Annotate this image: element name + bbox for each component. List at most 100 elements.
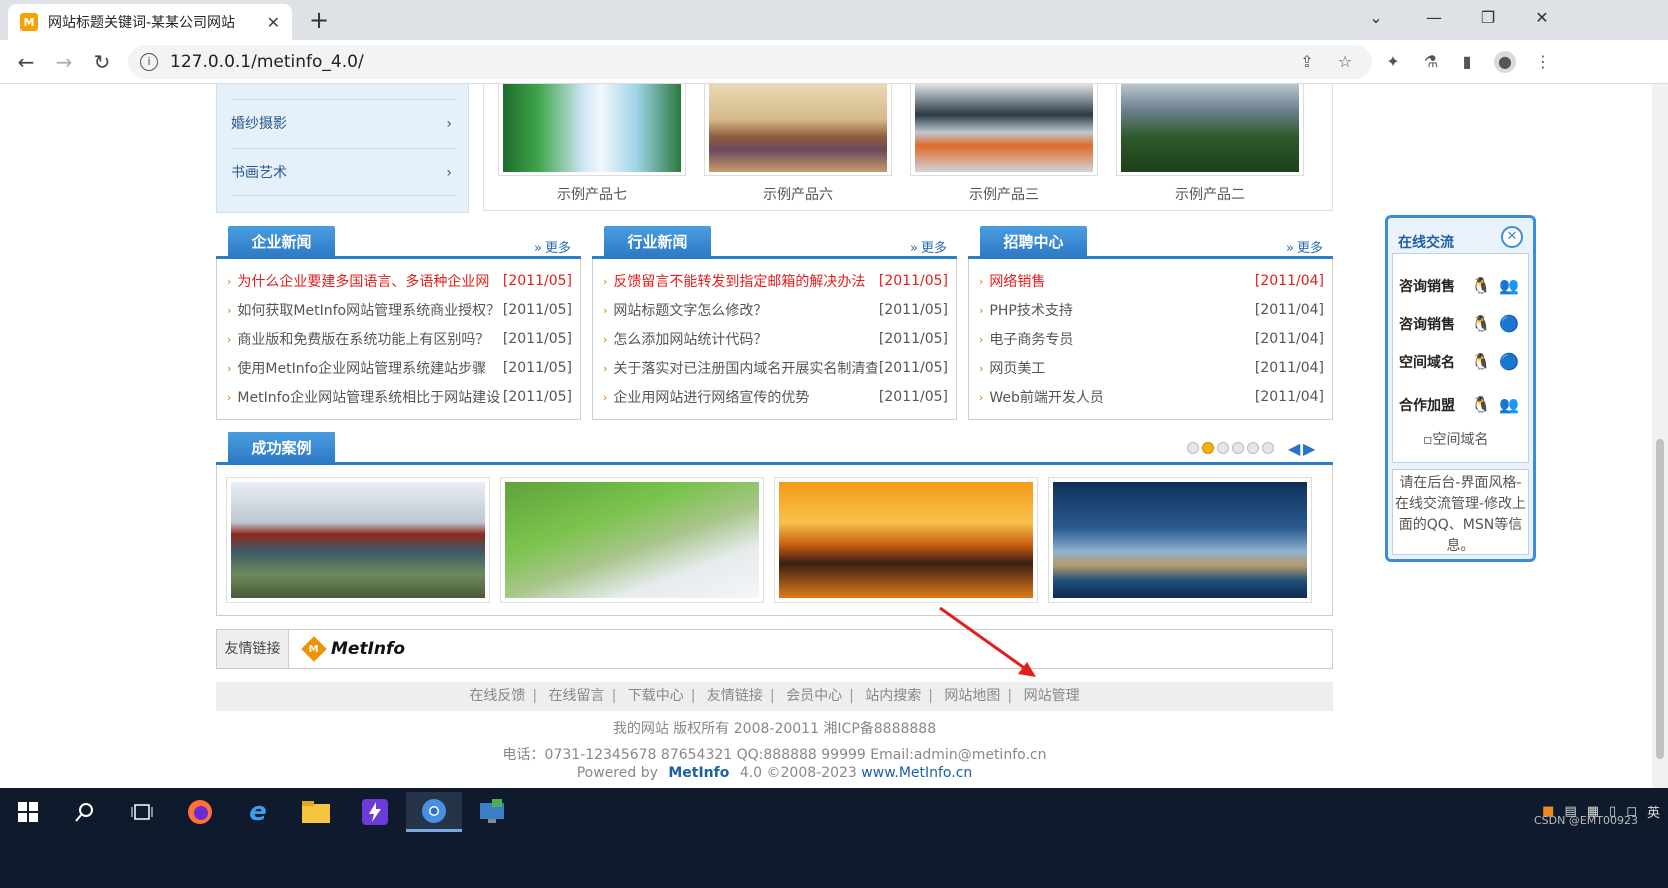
footer-link-feedback[interactable]: 在线反馈 bbox=[469, 688, 525, 704]
forward-icon[interactable]: → bbox=[50, 48, 78, 76]
case-image[interactable] bbox=[774, 477, 1038, 603]
product-label[interactable]: 示例产品二 bbox=[1116, 184, 1304, 204]
ime-indicator[interactable]: 英 bbox=[1647, 802, 1660, 821]
product-image[interactable] bbox=[709, 84, 887, 172]
footer-link-admin[interactable]: 网站管理 bbox=[1024, 688, 1080, 704]
case-image[interactable] bbox=[1048, 477, 1312, 603]
internet-explorer-icon[interactable]: e bbox=[230, 792, 286, 832]
news-title[interactable]: 使用MetInfo企业网站管理系统建站步骤 bbox=[237, 361, 486, 377]
task-view-icon[interactable] bbox=[114, 792, 170, 832]
news-item[interactable]: › 企业用网站进行网络宣传的优势 [2011/05] bbox=[603, 383, 948, 412]
job-title[interactable]: Web前端开发人员 bbox=[989, 390, 1104, 406]
news-item[interactable]: › 关于落实对已注册国内域名开展实名制清查 [2011/05] bbox=[603, 354, 948, 383]
news-title[interactable]: 关于落实对已注册国内域名开展实名制清查 bbox=[613, 361, 879, 377]
msn-icon[interactable]: 👥 bbox=[1499, 276, 1519, 295]
news-item[interactable]: › 商业版和免费版在系统功能上有区别吗？ [2011/05] bbox=[227, 325, 572, 354]
qq-icon[interactable]: 🐧 bbox=[1471, 276, 1491, 295]
next-arrow-icon[interactable]: ▶ bbox=[1303, 439, 1315, 458]
sidebar-item-art[interactable]: 书画艺术 › bbox=[231, 148, 456, 196]
job-title[interactable]: 电子商务专员 bbox=[989, 332, 1073, 348]
product-image[interactable] bbox=[1121, 84, 1299, 172]
sidebar-item-wedding[interactable]: 婚纱摄影 › bbox=[231, 99, 456, 147]
qq-icon[interactable]: 🐧 bbox=[1471, 314, 1491, 333]
site-info-icon[interactable]: i bbox=[140, 53, 158, 71]
msn-icon[interactable]: 👥 bbox=[1499, 395, 1519, 414]
menu-dots-icon[interactable]: ⋮ bbox=[1532, 51, 1554, 73]
side-panel-icon[interactable]: ▮ bbox=[1456, 51, 1478, 73]
powered-site-link[interactable]: www.MetInfo.cn bbox=[861, 765, 972, 781]
footer-link-message[interactable]: 在线留言 bbox=[549, 688, 605, 704]
product-card[interactable] bbox=[498, 84, 686, 176]
carousel-dot-active[interactable] bbox=[1202, 442, 1214, 454]
footer-link-search[interactable]: 站内搜索 bbox=[865, 688, 921, 704]
job-title[interactable]: 网页美工 bbox=[989, 361, 1045, 377]
job-item[interactable]: › 网页美工 [2011/04] bbox=[979, 354, 1324, 383]
scrollbar-thumb[interactable] bbox=[1656, 439, 1664, 759]
file-explorer-icon[interactable] bbox=[288, 792, 344, 832]
restore-icon[interactable]: ❐ bbox=[1464, 0, 1512, 36]
qq-icon[interactable]: 🐧 bbox=[1471, 395, 1491, 414]
news-title[interactable]: 为什么企业要建多国语言、多语种企业网 bbox=[237, 274, 489, 290]
back-icon[interactable]: ← bbox=[12, 48, 40, 76]
job-item[interactable]: › PHP技术支持 [2011/04] bbox=[979, 296, 1324, 325]
app-lightning-icon[interactable] bbox=[347, 792, 403, 832]
minimize-icon[interactable]: — bbox=[1410, 0, 1458, 36]
profile-avatar-icon[interactable]: ● bbox=[1494, 51, 1516, 73]
news-item[interactable]: › 怎么添加网站统计代码？ [2011/05] bbox=[603, 325, 948, 354]
more-link[interactable]: » 更多 bbox=[1286, 237, 1323, 256]
footer-link-sitemap[interactable]: 网站地图 bbox=[944, 688, 1000, 704]
remote-desktop-icon[interactable] bbox=[464, 792, 520, 832]
qq-icon[interactable]: 🐧 bbox=[1471, 352, 1491, 371]
news-item[interactable]: › 反馈留言不能转发到指定邮箱的解决办法 [2011/05] bbox=[603, 267, 948, 296]
more-link[interactable]: » 更多 bbox=[910, 237, 947, 256]
search-icon[interactable] bbox=[57, 792, 113, 832]
share-icon[interactable]: ⇪ bbox=[1296, 51, 1318, 73]
carousel-dot[interactable] bbox=[1217, 442, 1229, 454]
close-icon[interactable]: ✕ bbox=[1501, 226, 1523, 248]
more-link[interactable]: » 更多 bbox=[534, 237, 571, 256]
news-title[interactable]: MetInfo企业网站管理系统相比于网站建设公 bbox=[237, 390, 514, 406]
address-bar[interactable]: i 127.0.0.1/metinfo_4.0/ bbox=[128, 45, 1372, 79]
news-title[interactable]: 反馈留言不能转发到指定邮箱的解决办法 bbox=[613, 274, 865, 290]
job-title[interactable]: PHP技术支持 bbox=[989, 303, 1072, 319]
job-item[interactable]: › 网络销售 [2011/04] bbox=[979, 267, 1324, 296]
product-label[interactable]: 示例产品七 bbox=[498, 184, 686, 204]
product-label[interactable]: 示例产品三 bbox=[910, 184, 1098, 204]
news-title[interactable]: 企业用网站进行网络宣传的优势 bbox=[613, 390, 809, 406]
news-item[interactable]: › 如何获取MetInfo网站管理系统商业授权？ [2011/05] bbox=[227, 296, 572, 325]
news-item[interactable]: › 为什么企业要建多国语言、多语种企业网 [2011/05] bbox=[227, 267, 572, 296]
close-tab-icon[interactable]: ✕ bbox=[267, 13, 280, 32]
product-label[interactable]: 示例产品六 bbox=[704, 184, 892, 204]
case-image[interactable] bbox=[500, 477, 764, 603]
msn-icon[interactable]: 🔵 bbox=[1499, 314, 1519, 333]
browser-tab[interactable]: M 网站标题关键词-某某公司网站 ✕ bbox=[8, 4, 292, 40]
news-item[interactable]: › 使用MetInfo企业网站管理系统建站步骤 [2011/05] bbox=[227, 354, 572, 383]
windows-start-icon[interactable] bbox=[0, 792, 56, 832]
case-image[interactable] bbox=[226, 477, 490, 603]
news-item[interactable]: › MetInfo企业网站管理系统相比于网站建设公 [2011/05] bbox=[227, 383, 572, 412]
powered-brand-link[interactable]: MetInfo bbox=[668, 765, 729, 781]
carousel-dot[interactable] bbox=[1262, 442, 1274, 454]
news-item[interactable]: › 网站标题文字怎么修改？ [2011/05] bbox=[603, 296, 948, 325]
tab-search-icon[interactable]: ⌄ bbox=[1352, 0, 1400, 36]
news-title[interactable]: 商业版和免费版在系统功能上有区别吗？ bbox=[237, 332, 489, 348]
broken-image-domain[interactable]: ▫空间域名 bbox=[1423, 429, 1489, 449]
job-title[interactable]: 网络销售 bbox=[989, 274, 1045, 290]
bookmark-star-icon[interactable]: ☆ bbox=[1334, 51, 1356, 73]
prev-arrow-icon[interactable]: ◀ bbox=[1288, 439, 1300, 458]
job-item[interactable]: › Web前端开发人员 [2011/04] bbox=[979, 383, 1324, 412]
news-title[interactable]: 如何获取MetInfo网站管理系统商业授权？ bbox=[237, 303, 500, 319]
footer-link-member[interactable]: 会员中心 bbox=[786, 688, 842, 704]
footer-link-download[interactable]: 下载中心 bbox=[628, 688, 684, 704]
job-item[interactable]: › 电子商务专员 [2011/04] bbox=[979, 325, 1324, 354]
product-card[interactable] bbox=[910, 84, 1098, 176]
product-image[interactable] bbox=[915, 84, 1093, 172]
firefox-icon[interactable] bbox=[172, 792, 228, 832]
page-scrollbar[interactable] bbox=[1652, 84, 1668, 788]
new-tab-button[interactable]: + bbox=[305, 6, 333, 34]
lab-icon[interactable]: ⚗ bbox=[1420, 51, 1442, 73]
extensions-icon[interactable]: ✦ bbox=[1382, 51, 1404, 73]
footer-link-friends[interactable]: 友情链接 bbox=[707, 688, 763, 704]
carousel-dot[interactable] bbox=[1247, 442, 1259, 454]
product-card[interactable] bbox=[704, 84, 892, 176]
